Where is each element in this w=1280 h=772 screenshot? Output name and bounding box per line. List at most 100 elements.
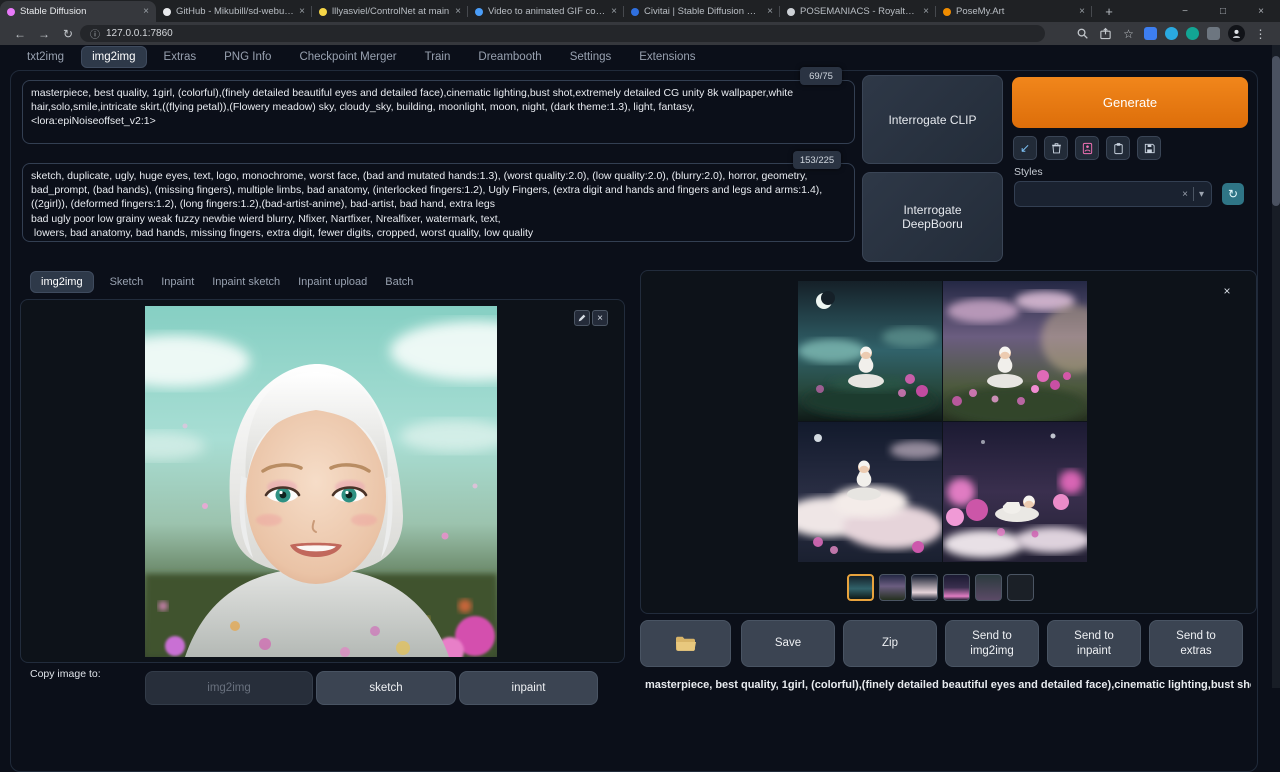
open-folder-button[interactable] xyxy=(640,620,731,667)
gallery-thumbnail-5[interactable] xyxy=(975,574,1002,601)
subtab-sketch[interactable]: Sketch xyxy=(108,272,146,292)
gallery-thumbnail-1[interactable] xyxy=(847,574,874,601)
zip-button[interactable]: Zip xyxy=(843,620,937,667)
pencil-icon xyxy=(577,313,587,323)
reload-button[interactable]: ↻ xyxy=(56,22,80,45)
favicon-icon xyxy=(475,8,483,16)
tab-checkpoint-merger[interactable]: Checkpoint Merger xyxy=(288,46,407,68)
styles-label: Styles xyxy=(1014,166,1043,178)
share-icon[interactable] xyxy=(1098,26,1113,41)
source-image[interactable] xyxy=(145,306,497,657)
tab-img2img[interactable]: img2img xyxy=(81,46,146,68)
gallery-image-2[interactable] xyxy=(943,281,1087,421)
clear-prompt-button[interactable] xyxy=(1044,136,1068,160)
gallery-thumbnail-2[interactable] xyxy=(879,574,906,601)
window-close-button[interactable]: × xyxy=(1242,0,1280,22)
browser-tab-controlnet[interactable]: lllyasviel/ControlNet at main × xyxy=(312,1,468,22)
favicon-icon xyxy=(787,8,795,16)
extension-icon-1[interactable] xyxy=(1144,27,1157,40)
gallery-image-4[interactable] xyxy=(943,422,1087,562)
copy-image-to-label: Copy image to: xyxy=(30,668,101,680)
prompt-input[interactable]: masterpiece, best quality, 1girl, (color… xyxy=(22,80,855,144)
gallery-thumbnail-4[interactable] xyxy=(943,574,970,601)
back-button[interactable]: ← xyxy=(8,22,32,45)
generate-button[interactable]: Generate xyxy=(1012,77,1248,128)
negative-prompt-input[interactable]: sketch, duplicate, ugly, huge eyes, text… xyxy=(22,163,855,242)
toolbar-icons: ☆ ⋮ xyxy=(1075,22,1268,45)
edit-image-button[interactable] xyxy=(574,310,590,326)
refresh-styles-button[interactable]: ↻ xyxy=(1222,183,1244,205)
browser-tab-label: PoseMy.Art xyxy=(956,6,1074,17)
tab-close-icon[interactable]: × xyxy=(1079,6,1085,17)
tab-extras[interactable]: Extras xyxy=(153,46,208,68)
styles-dropdown[interactable]: × ▾ xyxy=(1014,181,1212,207)
chevron-down-icon[interactable]: ▾ xyxy=(1199,189,1204,200)
browser-tab-posemyart[interactable]: PoseMy.Art × xyxy=(936,1,1092,22)
favicon-icon xyxy=(319,8,327,16)
copy-to-inpaint-button[interactable]: inpaint xyxy=(459,671,598,705)
subtab-img2img[interactable]: img2img xyxy=(30,271,94,293)
extension-icon-2[interactable] xyxy=(1165,27,1178,40)
apply-style-button[interactable] xyxy=(1106,136,1130,160)
paste-params-button[interactable]: ↙ xyxy=(1013,136,1037,160)
browser-tab-stable-diffusion[interactable]: Stable Diffusion × xyxy=(0,1,156,22)
tab-close-icon[interactable]: × xyxy=(455,6,461,17)
gallery-thumbnail-3[interactable] xyxy=(911,574,938,601)
tab-png-info[interactable]: PNG Info xyxy=(213,46,282,68)
tab-close-icon[interactable]: × xyxy=(143,6,149,17)
window-minimize-button[interactable]: − xyxy=(1166,0,1204,22)
prompt-token-counter: 69/75 xyxy=(800,67,842,85)
browser-tab-civitai[interactable]: Civitai | Stable Diffusion model... × xyxy=(624,1,780,22)
gallery-thumbnail-6[interactable] xyxy=(1007,574,1034,601)
main-tab-bar: txt2img img2img Extras PNG Info Checkpoi… xyxy=(16,46,707,68)
tab-dreambooth[interactable]: Dreambooth xyxy=(467,46,552,68)
url-text: 127.0.0.1:7860 xyxy=(106,28,173,39)
interrogate-deepbooru-button[interactable]: Interrogate DeepBooru xyxy=(862,172,1003,262)
subtab-inpaint-upload[interactable]: Inpaint upload xyxy=(296,272,369,292)
extra-networks-button[interactable] xyxy=(1075,136,1099,160)
tab-train[interactable]: Train xyxy=(414,46,462,68)
tab-close-icon[interactable]: × xyxy=(299,6,305,17)
tab-txt2img[interactable]: txt2img xyxy=(16,46,75,68)
address-bar[interactable]: ⓘ 127.0.0.1:7860 xyxy=(80,25,1045,42)
remove-image-button[interactable]: × xyxy=(592,310,608,326)
tab-settings[interactable]: Settings xyxy=(559,46,623,68)
tab-close-icon[interactable]: × xyxy=(611,6,617,17)
menu-icon[interactable]: ⋮ xyxy=(1253,26,1268,41)
subtab-inpaint[interactable]: Inpaint xyxy=(159,272,196,292)
profile-avatar[interactable] xyxy=(1228,25,1245,42)
styles-input[interactable] xyxy=(1022,187,1177,201)
interrogate-clip-button[interactable]: Interrogate CLIP xyxy=(862,75,1003,164)
forward-button[interactable]: → xyxy=(32,22,56,45)
dropdown-divider xyxy=(1193,187,1194,201)
send-to-extras-button[interactable]: Send to extras xyxy=(1149,620,1243,667)
tab-close-icon[interactable]: × xyxy=(923,6,929,17)
tab-extensions[interactable]: Extensions xyxy=(628,46,706,68)
gallery-image-3[interactable] xyxy=(798,422,942,562)
send-to-img2img-button[interactable]: Send to img2img xyxy=(945,620,1039,667)
browser-tab-gif-converter[interactable]: Video to animated GIF converter × xyxy=(468,1,624,22)
close-gallery-button[interactable]: × xyxy=(1219,283,1235,299)
bookmark-star-icon[interactable]: ☆ xyxy=(1121,26,1136,41)
subtab-batch[interactable]: Batch xyxy=(383,272,415,292)
copy-to-sketch-button[interactable]: sketch xyxy=(316,671,456,705)
new-tab-button[interactable]: + xyxy=(1100,2,1118,20)
browser-tab-label: GitHub - Mikubill/sd-webui-con... xyxy=(176,6,294,17)
browser-tab-label: lllyasviel/ControlNet at main xyxy=(332,6,450,17)
window-maximize-button[interactable]: □ xyxy=(1204,0,1242,22)
zoom-icon[interactable] xyxy=(1075,26,1090,41)
tab-close-icon[interactable]: × xyxy=(767,6,773,17)
extension-icon-4[interactable] xyxy=(1207,27,1220,40)
clear-styles-icon[interactable]: × xyxy=(1182,189,1188,200)
save-button[interactable]: Save xyxy=(741,620,835,667)
scrollbar-thumb[interactable] xyxy=(1272,56,1280,206)
send-to-inpaint-button[interactable]: Send to inpaint xyxy=(1047,620,1141,667)
browser-tab-posemaniacs[interactable]: POSEMANIACS - Royalty free 3... × xyxy=(780,1,936,22)
browser-tab-github[interactable]: GitHub - Mikubill/sd-webui-con... × xyxy=(156,1,312,22)
gallery-image-1[interactable] xyxy=(798,281,942,421)
extension-icon-3[interactable] xyxy=(1186,27,1199,40)
site-info-icon[interactable]: ⓘ xyxy=(90,26,100,41)
save-style-button[interactable] xyxy=(1137,136,1161,160)
negative-token-counter: 153/225 xyxy=(793,151,841,169)
subtab-inpaint-sketch[interactable]: Inpaint sketch xyxy=(210,272,282,292)
